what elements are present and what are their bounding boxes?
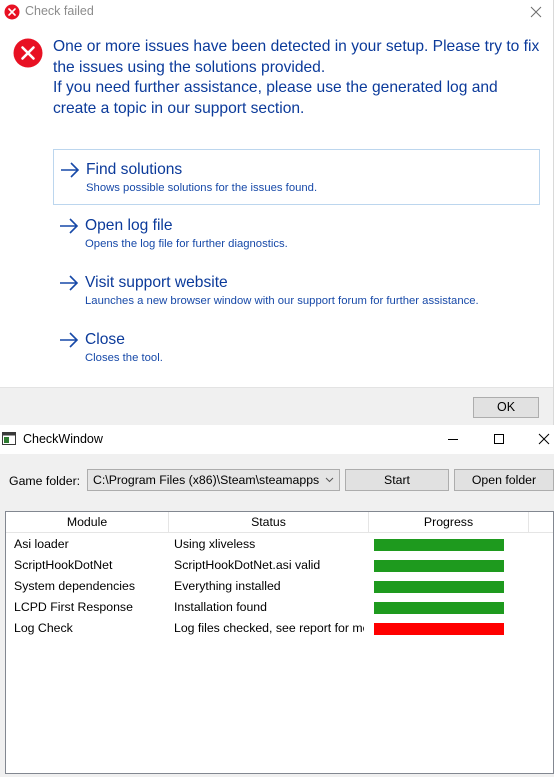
progress-bar (374, 560, 504, 572)
progress-bar (374, 623, 504, 635)
progress-bar (374, 602, 504, 614)
command-description: Shows possible solutions for the issues … (86, 182, 318, 194)
table-row[interactable]: Log Check Log files checked, see report … (6, 618, 553, 639)
command-description: Launches a new browser window with our s… (85, 295, 479, 307)
dialog-message-line1: One or more issues have been detected in… (53, 38, 540, 76)
status-cell: Installation found (174, 600, 267, 614)
progress-bar (374, 581, 504, 593)
command-title: Open log file (85, 217, 173, 234)
module-cell: Asi loader (14, 537, 69, 551)
minimize-button[interactable] (443, 429, 463, 449)
arrow-right-icon (60, 332, 79, 348)
module-cell: Log Check (14, 621, 73, 635)
column-header-progress[interactable]: Progress (369, 512, 529, 533)
close-icon (530, 6, 542, 18)
open-folder-button[interactable]: Open folder (454, 469, 554, 491)
table-row[interactable]: LCPD First Response Installation found (6, 597, 553, 618)
command-title: Close (85, 331, 125, 348)
arrow-right-icon (60, 275, 79, 291)
window-title: CheckWindow (23, 432, 103, 446)
dialog-titlebar[interactable]: Check failed (0, 0, 553, 24)
progress-bar (374, 539, 504, 551)
status-cell: ScriptHookDotNet.asi valid (174, 558, 321, 572)
dialog-footer (0, 387, 553, 426)
table-row[interactable]: System dependencies Everything installed (6, 576, 553, 597)
maximize-icon (494, 434, 504, 444)
window-close-button[interactable] (534, 429, 554, 449)
game-folder-value: C:\Program Files (x86)\Steam\steamapps\c… (93, 473, 319, 487)
game-folder-label: Game folder: (9, 474, 81, 488)
column-header-module[interactable]: Module (6, 512, 169, 533)
maximize-button[interactable] (489, 429, 509, 449)
status-cell: Log files checked, see report for more d… (174, 621, 364, 635)
status-cell: Using xliveless (174, 537, 256, 551)
column-header-filler (529, 512, 553, 533)
command-open-log-file[interactable]: Open log file Opens the log file for fur… (53, 206, 540, 262)
command-visit-support-website[interactable]: Visit support website Launches a new bro… (53, 263, 540, 319)
arrow-right-icon (60, 218, 79, 234)
dialog-close-button[interactable] (526, 2, 546, 22)
check-window: CheckWindow Game folder: C:\Program File… (0, 425, 554, 777)
chevron-down-icon (325, 477, 334, 483)
window-icon (2, 432, 16, 445)
close-icon (538, 433, 550, 445)
command-close[interactable]: Close Closes the tool. (53, 320, 540, 376)
command-description: Closes the tool. (85, 352, 163, 364)
command-description: Opens the log file for further diagnosti… (85, 238, 288, 250)
table-row[interactable]: Asi loader Using xliveless (6, 534, 553, 555)
dialog-message-line2: If you need further assistance, please u… (53, 79, 498, 117)
column-header-status[interactable]: Status (169, 512, 369, 533)
module-status-list[interactable]: Module Status Progress Asi loader Using … (5, 511, 554, 774)
error-icon (4, 4, 20, 20)
check-failed-dialog: Check failed One or more issues have bee… (0, 0, 554, 426)
status-cell: Everything installed (174, 579, 281, 593)
module-cell: LCPD First Response (14, 600, 133, 614)
error-icon (13, 38, 43, 68)
command-title: Visit support website (85, 274, 228, 291)
start-button[interactable]: Start (345, 469, 449, 491)
module-cell: ScriptHookDotNet (14, 558, 113, 572)
minimize-icon (448, 439, 458, 440)
dialog-title: Check failed (25, 4, 94, 18)
ok-button[interactable]: OK (473, 397, 539, 418)
window-titlebar[interactable]: CheckWindow (0, 425, 554, 454)
table-row[interactable]: ScriptHookDotNet ScriptHookDotNet.asi va… (6, 555, 553, 576)
module-cell: System dependencies (14, 579, 135, 593)
command-find-solutions[interactable]: Find solutions Shows possible solutions … (53, 149, 540, 205)
command-title: Find solutions (86, 161, 183, 178)
dialog-message: One or more issues have been detected in… (53, 37, 543, 119)
arrow-right-icon (61, 162, 80, 178)
game-folder-combobox[interactable]: C:\Program Files (x86)\Steam\steamapps\c… (87, 469, 340, 491)
